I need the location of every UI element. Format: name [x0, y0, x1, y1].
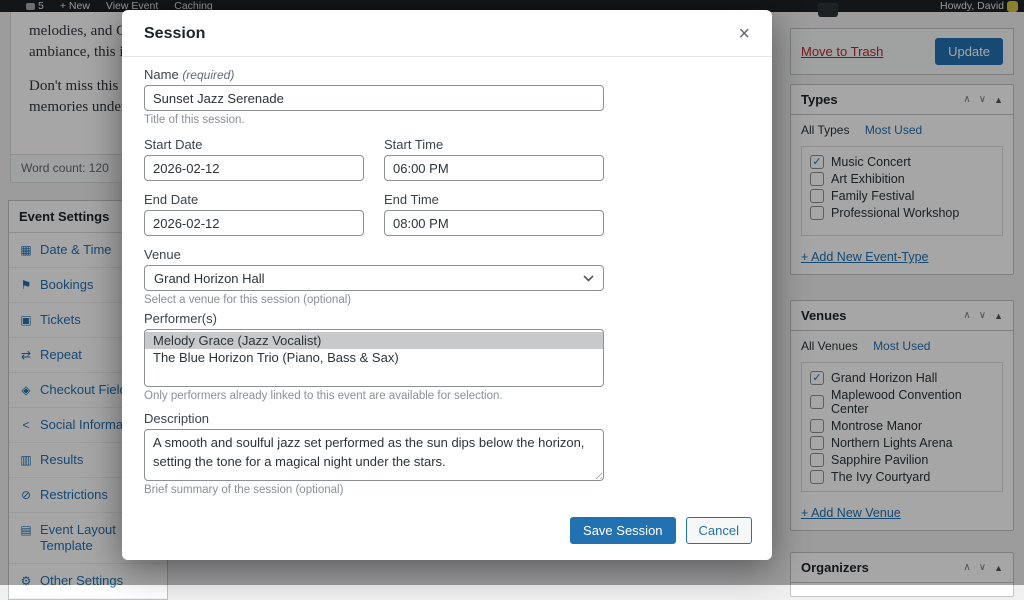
name-label-text: Name	[144, 67, 179, 82]
venue-label: Venue	[144, 247, 750, 262]
description-textarea[interactable]: A smooth and soulful jazz set performed …	[144, 429, 604, 481]
description-field: Description A smooth and soulful jazz se…	[144, 411, 750, 496]
start-date-field: Start Date	[144, 137, 364, 181]
name-label: Name (required)	[144, 67, 750, 82]
performer-option[interactable]: Melody Grace (Jazz Vocalist)	[145, 332, 603, 349]
chevron-down-icon	[583, 275, 594, 282]
start-time-input[interactable]	[384, 155, 604, 181]
venue-select-value: Grand Horizon Hall	[154, 271, 265, 286]
end-date-field: End Date	[144, 192, 364, 236]
end-date-label: End Date	[144, 192, 364, 207]
modal-title: Session	[144, 25, 205, 43]
close-icon[interactable]: ×	[738, 24, 750, 44]
required-note: (required)	[182, 68, 234, 82]
start-date-input[interactable]	[144, 155, 364, 181]
end-time-field: End Time	[384, 192, 604, 236]
start-time-field: Start Time	[384, 137, 604, 181]
save-session-button[interactable]: Save Session	[570, 517, 676, 544]
performer-option[interactable]: The Blue Horizon Trio (Piano, Bass & Sax…	[145, 349, 603, 366]
start-time-label: Start Time	[384, 137, 604, 152]
cancel-button[interactable]: Cancel	[686, 517, 752, 544]
end-time-input[interactable]	[384, 210, 604, 236]
start-row: Start Date Start Time	[144, 137, 750, 181]
venue-field: Venue Grand Horizon Hall Select a venue …	[144, 247, 750, 306]
name-help: Title of this session.	[144, 114, 750, 126]
description-help: Brief summary of the session (optional)	[144, 484, 750, 496]
end-date-input[interactable]	[144, 210, 364, 236]
description-label: Description	[144, 411, 750, 426]
start-date-label: Start Date	[144, 137, 364, 152]
performers-listbox[interactable]: Melody Grace (Jazz Vocalist) The Blue Ho…	[144, 329, 604, 387]
venue-select[interactable]: Grand Horizon Hall	[144, 265, 604, 291]
description-textarea-wrap: A smooth and soulful jazz set performed …	[144, 429, 604, 481]
session-modal: Session × Name (required) Title of this …	[122, 10, 772, 560]
name-field: Name (required) Title of this session.	[144, 67, 750, 126]
session-form: Name (required) Title of this session. S…	[122, 57, 772, 505]
end-row: End Date End Time	[144, 192, 750, 236]
end-time-label: End Time	[384, 192, 604, 207]
performers-label: Performer(s)	[144, 311, 750, 326]
modal-header: Session ×	[122, 10, 772, 57]
venue-help: Select a venue for this session (optiona…	[144, 294, 750, 306]
performers-field: Performer(s) Melody Grace (Jazz Vocalist…	[144, 311, 750, 402]
modal-footer: Save Session Cancel	[122, 505, 772, 560]
session-name-input[interactable]	[144, 85, 604, 111]
performers-help: Only performers already linked to this e…	[144, 390, 750, 402]
